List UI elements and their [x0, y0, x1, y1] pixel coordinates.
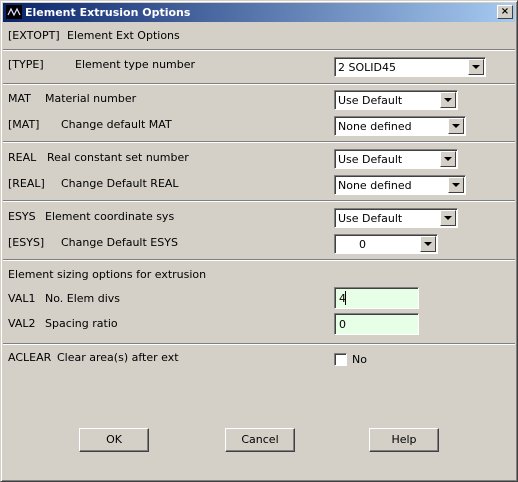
mat-default-code: [MAT]	[8, 118, 40, 131]
val2-code: VAL2	[8, 317, 36, 330]
chevron-down-icon[interactable]	[448, 177, 464, 193]
element-coordinate-value: Use Default	[338, 212, 403, 225]
divider	[3, 141, 515, 143]
close-button[interactable]: ×	[497, 5, 513, 19]
default-real-select[interactable]: None defined	[334, 175, 466, 195]
window-title: Element Extrusion Options	[25, 6, 191, 19]
extopt-code: [EXTOPT]	[8, 29, 60, 42]
default-esys-value: 0	[359, 238, 366, 251]
real-constant-select[interactable]: Use Default	[334, 149, 458, 169]
title-bar[interactable]: Element Extrusion Options ×	[3, 3, 515, 22]
esys-code: ESYS	[8, 210, 36, 223]
divider	[3, 49, 515, 51]
material-number-value: Use Default	[338, 94, 403, 107]
type-label: Element type number	[75, 58, 196, 71]
divider	[3, 200, 515, 202]
text-cursor	[345, 291, 346, 305]
real-default-code: [REAL]	[8, 177, 45, 190]
default-real-value: None defined	[338, 179, 412, 192]
spacing-ratio-value: 0	[339, 318, 346, 331]
real-constant-value: Use Default	[338, 153, 403, 166]
chevron-down-icon[interactable]	[420, 236, 436, 252]
chevron-down-icon[interactable]	[468, 59, 484, 75]
clear-area-checkbox[interactable]	[334, 353, 347, 366]
spacing-ratio-input[interactable]: 0	[334, 313, 419, 335]
dialog-window: Element Extrusion Options × [EXTOPT] Ele…	[0, 0, 518, 482]
ansys-app-icon	[6, 5, 22, 19]
val2-label: Spacing ratio	[45, 317, 118, 330]
real-code: REAL	[8, 151, 37, 164]
type-code: [TYPE]	[8, 58, 44, 71]
mat-default-label: Change default MAT	[61, 118, 172, 131]
chevron-down-icon[interactable]	[448, 118, 464, 134]
ok-button[interactable]: OK	[79, 428, 149, 452]
chevron-down-icon[interactable]	[440, 151, 456, 167]
cancel-button[interactable]: Cancel	[225, 428, 295, 452]
divider	[3, 343, 515, 345]
element-coordinate-select[interactable]: Use Default	[334, 208, 458, 228]
mat-label: Material number	[45, 92, 137, 105]
real-label: Real constant set number	[47, 151, 189, 164]
default-esys-select[interactable]: 0	[334, 234, 438, 254]
aclear-label: Clear area(s) after ext	[57, 351, 179, 364]
chevron-down-icon[interactable]	[440, 210, 456, 226]
clear-area-checkbox-label[interactable]: No	[352, 353, 367, 366]
val1-code: VAL1	[8, 292, 36, 305]
default-mat-value: None defined	[338, 120, 412, 133]
val1-label: No. Elem divs	[45, 292, 121, 305]
real-default-label: Change Default REAL	[61, 177, 179, 190]
extopt-description: Element Ext Options	[67, 29, 180, 42]
element-type-value: 2 SOLID45	[338, 61, 396, 74]
help-button[interactable]: Help	[369, 428, 439, 452]
chevron-down-icon[interactable]	[440, 92, 456, 108]
elem-divs-input[interactable]: 4	[334, 287, 419, 309]
element-type-select[interactable]: 2 SOLID45	[334, 57, 486, 77]
divider	[3, 83, 515, 85]
material-number-select[interactable]: Use Default	[334, 90, 458, 110]
esys-default-label: Change Default ESYS	[61, 236, 178, 249]
aclear-code: ACLEAR	[8, 351, 52, 364]
esys-label: Element coordinate sys	[45, 210, 175, 223]
default-mat-select[interactable]: None defined	[334, 116, 466, 136]
sizing-heading: Element sizing options for extrusion	[8, 268, 207, 281]
esys-default-code: [ESYS]	[8, 236, 45, 249]
mat-code: MAT	[8, 92, 31, 105]
divider	[3, 259, 515, 261]
